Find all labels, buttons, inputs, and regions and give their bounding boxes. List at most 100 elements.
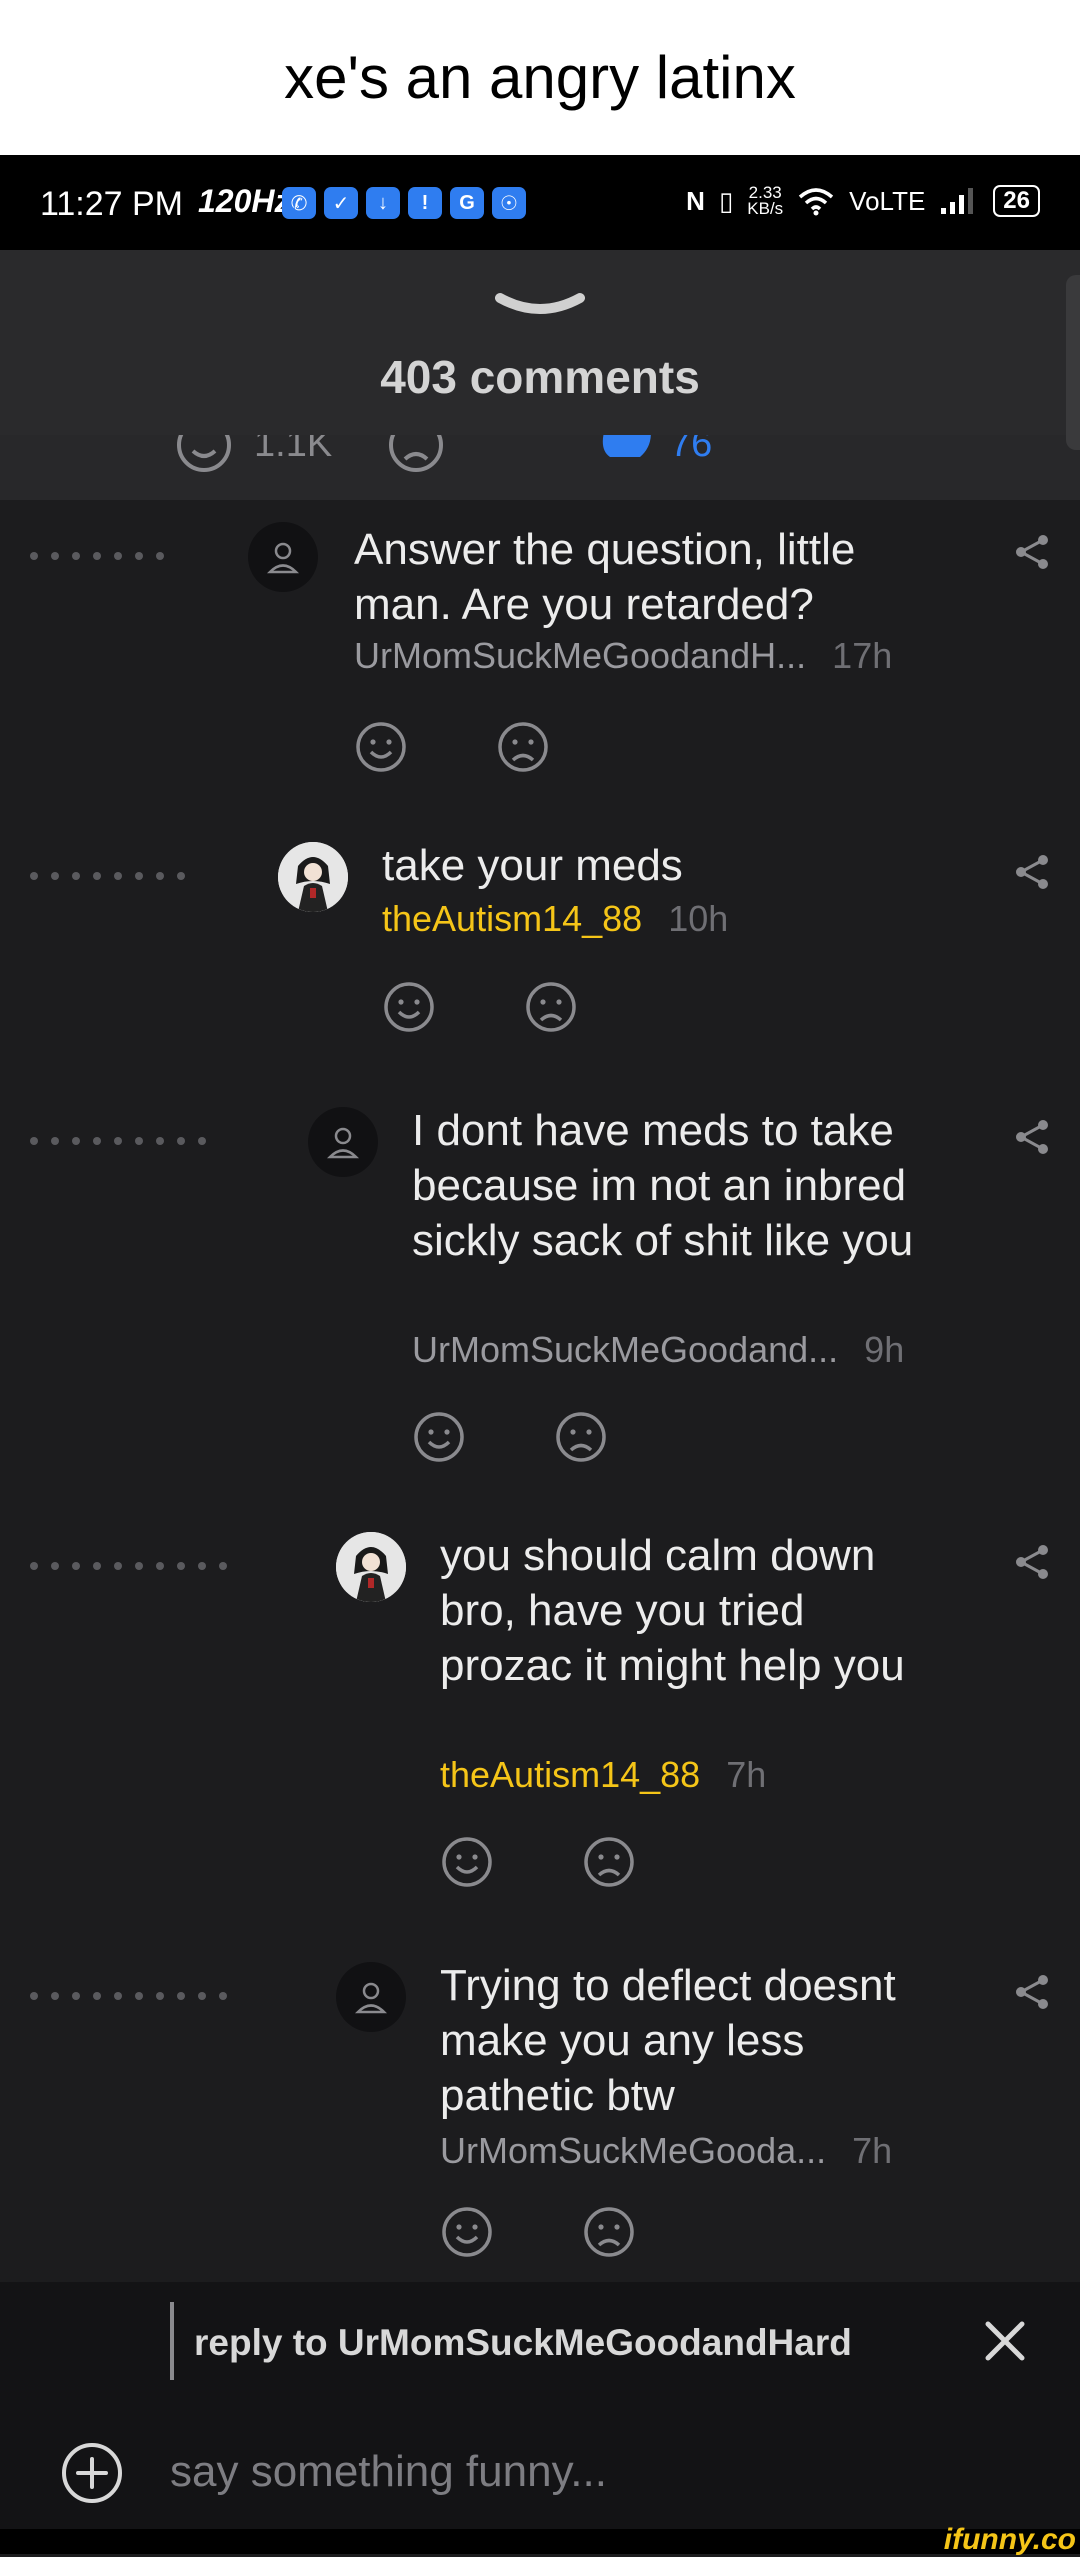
reply-target-label: reply to UrMomSuckMeGoodandHard (194, 2322, 852, 2363)
smile-icon[interactable] (412, 1410, 466, 1464)
comment-text: Trying to deflect doesnt make you any le… (440, 1961, 896, 2120)
watermark: ifunny.co (943, 2523, 1076, 2556)
comment-item: Trying to deflect doesnt make you any le… (0, 1940, 1080, 2280)
comment-text: you should calm down bro, have you tried… (440, 1531, 905, 1690)
thread-depth-dots (30, 552, 164, 560)
comment-time: 7h (726, 1754, 767, 1795)
smile-icon[interactable] (440, 1835, 494, 1889)
phone-icon: ✆ (282, 187, 316, 219)
share-icon[interactable] (1012, 1542, 1052, 1582)
bottom-strip (0, 2529, 1080, 2554)
google-icon: G (450, 187, 484, 219)
comment-author[interactable]: UrMomSuckMeGoodand... (412, 1329, 838, 1370)
frown-icon[interactable] (582, 2205, 636, 2259)
profile-picture-icon (278, 842, 348, 912)
comment-author[interactable]: UrMomSuckMeGoodandH... (354, 635, 806, 676)
thread-depth-dots (30, 1562, 227, 1570)
comment-author[interactable]: UrMomSuckMeGooda... (440, 2130, 826, 2171)
battery-indicator: 26 (993, 185, 1040, 217)
comment-time: 10h (668, 898, 729, 939)
shield-icon: ☉ (492, 187, 526, 219)
frown-icon[interactable] (554, 1410, 608, 1464)
frown-icon[interactable] (582, 1835, 636, 1889)
avatar[interactable] (248, 522, 318, 592)
comment-reactions (382, 980, 578, 1034)
comment-item: take your meds theAutism14_88 10h (0, 820, 1080, 1060)
thread-depth-dots (30, 1992, 227, 2000)
status-bar: 11:27 PM 120Hz ✆ ✓ ↓ ! G ☉ N ▯ 2.33 KB/s… (0, 155, 1080, 250)
smile-icon[interactable] (174, 435, 234, 475)
add-attachment-icon[interactable] (60, 2441, 124, 2505)
network-speed: 2.33 KB/s (747, 184, 784, 218)
comment-item: you should calm down bro, have you tried… (0, 1510, 1080, 1910)
comment-meta: theAutism14_88 10h (382, 898, 728, 940)
thread-depth-dots (30, 872, 185, 880)
avatar[interactable] (278, 842, 348, 912)
scrollbar-handle[interactable] (1066, 275, 1080, 450)
refresh-rate: 120Hz (198, 183, 291, 219)
comments-sheet-header: 403 comments 1.1K 76 (0, 250, 1080, 500)
reply-indicator (170, 2302, 174, 2380)
smile-icon[interactable] (382, 980, 436, 1034)
user-icon (354, 1982, 388, 2014)
comment-meta: UrMomSuckMeGoodandH... 17h (354, 635, 892, 677)
notification-icons: ✆ ✓ ↓ ! G ☉ (282, 187, 526, 219)
comment-meta: theAutism14_88 7h (440, 1754, 766, 1796)
status-right: N ▯ 2.33 KB/s VoLTE 26 (686, 184, 1040, 218)
smile-icon[interactable] (440, 2205, 494, 2259)
comment-time: 9h (864, 1329, 905, 1370)
like-count: 1.1K (254, 435, 333, 465)
reply-target-bar: reply to UrMomSuckMeGoodandHard (0, 2282, 1080, 2404)
frown-icon[interactable] (524, 980, 578, 1034)
frown-icon[interactable] (496, 720, 550, 774)
smile-icon[interactable] (354, 720, 408, 774)
avatar[interactable] (336, 1532, 406, 1602)
comment-time: 17h (832, 635, 893, 676)
caption-text: xe's an angry latinx (284, 44, 796, 111)
comment-author[interactable]: theAutism14_88 (382, 898, 642, 939)
share-icon[interactable] (1012, 1972, 1052, 2012)
comment-reactions (440, 2205, 636, 2259)
frown-icon[interactable] (386, 435, 446, 475)
network-type: VoLTE (849, 185, 926, 216)
wifi-icon (799, 188, 834, 216)
comment-item: I dont have meds to take because im not … (0, 1085, 1080, 1485)
collapse-handle-icon[interactable] (490, 286, 590, 326)
signal-icon (941, 188, 974, 214)
share-icon[interactable] (1012, 1117, 1052, 1157)
download-icon: ↓ (366, 187, 400, 219)
comment-time: 7h (852, 2130, 893, 2171)
avatar[interactable] (308, 1107, 378, 1177)
comment-reactions (412, 1410, 608, 1464)
user-icon (326, 1127, 360, 1159)
comment-reactions (440, 1835, 636, 1889)
post-reactions: 1.1K 76 (0, 435, 1080, 500)
comment-text: Answer the question, little man. Are you… (354, 525, 856, 629)
user-icon (266, 542, 300, 574)
reply-count: 76 (670, 435, 713, 465)
comment-meta: UrMomSuckMeGoodand... 9h (412, 1329, 904, 1371)
comment-text: I dont have meds to take because im not … (412, 1106, 914, 1265)
comment-composer (0, 2404, 1080, 2529)
status-time: 11:27 PM (40, 185, 184, 223)
comment-meta: UrMomSuckMeGooda... 7h (440, 2130, 892, 2172)
comment-count: 403 comments (380, 351, 700, 403)
alert-icon: ! (408, 187, 442, 219)
comment-text: take your meds (382, 841, 683, 890)
comment-input[interactable] (168, 2438, 972, 2506)
avatar[interactable] (336, 1962, 406, 2032)
check-icon: ✓ (324, 187, 358, 219)
comment-item: Answer the question, little man. Are you… (0, 500, 1080, 790)
thread-depth-dots (30, 1137, 206, 1145)
share-icon[interactable] (1012, 532, 1052, 572)
comment-reactions (354, 720, 550, 774)
vibrate-icon: ▯ (718, 185, 734, 216)
comment-author[interactable]: theAutism14_88 (440, 1754, 700, 1795)
profile-picture-icon (336, 1532, 406, 1602)
nfc-icon: N (686, 185, 705, 216)
reply-count-icon[interactable] (598, 435, 658, 475)
share-icon[interactable] (1012, 852, 1052, 892)
close-icon[interactable] (980, 2316, 1030, 2366)
meme-caption: xe's an angry latinx (0, 0, 1080, 155)
speed-unit: KB/s (747, 199, 784, 218)
